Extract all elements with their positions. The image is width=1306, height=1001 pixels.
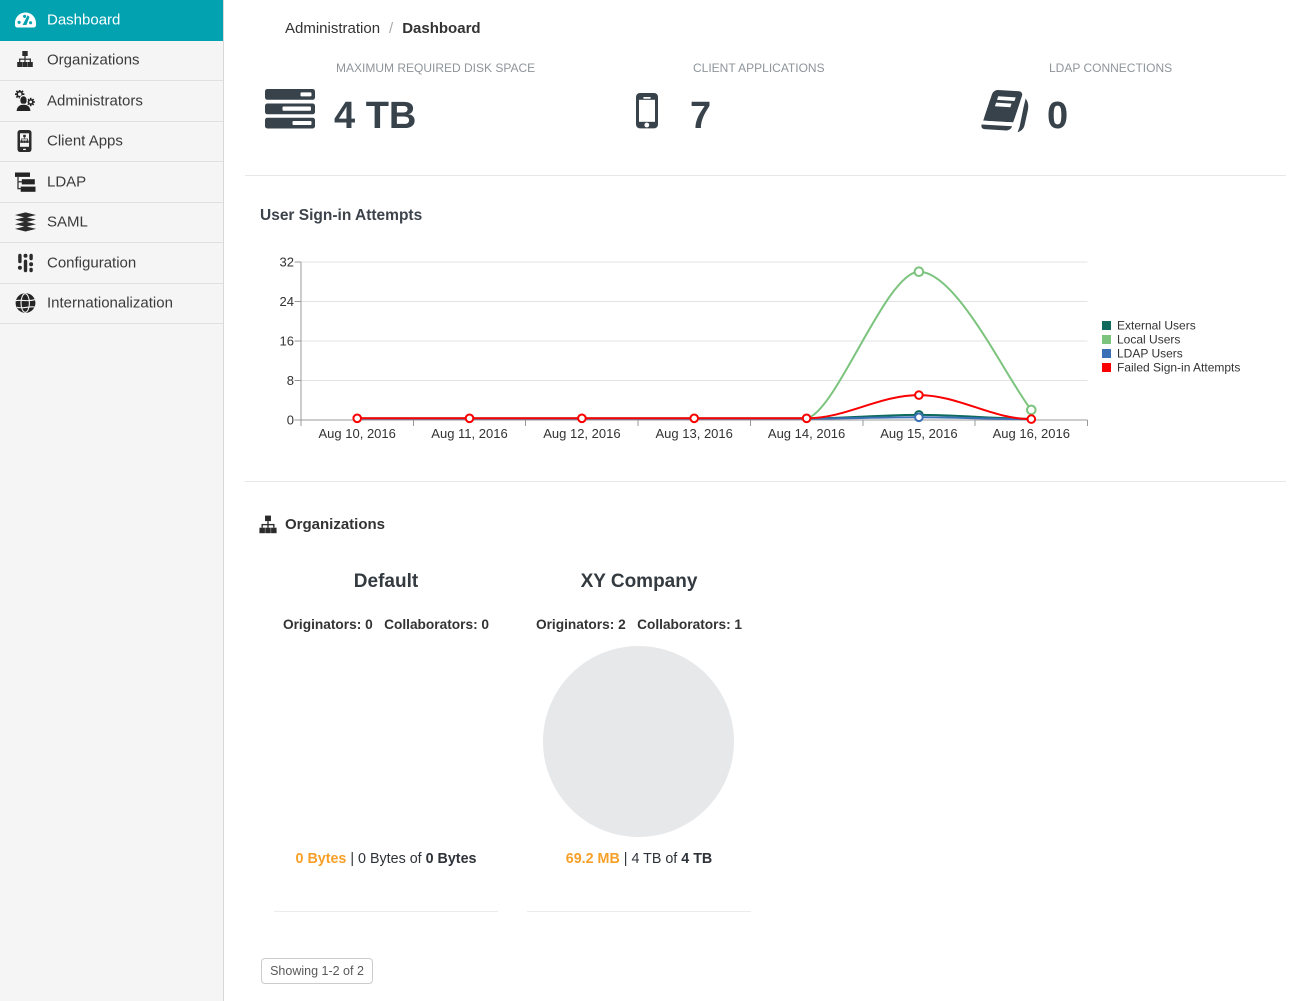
svg-text:0: 0 (287, 412, 294, 427)
svg-text:Aug 10, 2016: Aug 10, 2016 (319, 426, 396, 441)
svg-text:32: 32 (280, 254, 294, 269)
svg-text:8: 8 (287, 373, 294, 388)
svg-text:Aug 14, 2016: Aug 14, 2016 (768, 426, 845, 441)
svg-text:LDAP Users: LDAP Users (1117, 347, 1183, 361)
svg-text:Aug 11, 2016: Aug 11, 2016 (431, 426, 507, 441)
svg-text:Local Users: Local Users (1117, 333, 1180, 347)
svg-text:16: 16 (280, 333, 294, 348)
svg-text:Aug 16, 2016: Aug 16, 2016 (993, 426, 1070, 441)
svg-text:24: 24 (280, 294, 294, 309)
svg-text:Aug 12, 2016: Aug 12, 2016 (543, 426, 620, 441)
svg-text:Aug 13, 2016: Aug 13, 2016 (656, 426, 733, 441)
svg-text:External Users: External Users (1117, 319, 1196, 333)
svg-text:Failed Sign-in Attempts: Failed Sign-in Attempts (1117, 361, 1240, 375)
svg-text:Aug 15, 2016: Aug 15, 2016 (880, 426, 957, 441)
